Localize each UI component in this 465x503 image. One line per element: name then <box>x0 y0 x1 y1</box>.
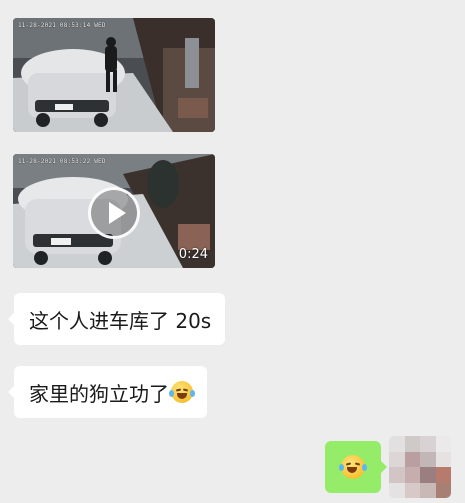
message-text: 这个人进车库了 20s <box>29 308 212 333</box>
message-image[interactable]: 11-28-2021 08:53:14 WED <box>13 18 215 132</box>
camera-timestamp: 11-28-2021 08:53:22 WED <box>18 158 106 165</box>
video-duration: 0:24 <box>178 247 208 262</box>
message-video[interactable]: 11-28-2021 08:53:22 WED 0:24 <box>13 154 215 268</box>
crying-laughing-emoji-icon <box>169 381 195 403</box>
avatar[interactable] <box>389 436 451 498</box>
message-bubble-text[interactable]: 这个人进车库了 20s <box>7 293 226 345</box>
message-text: 家里的狗立功了 <box>29 381 169 406</box>
camera-timestamp: 11-28-2021 08:53:14 WED <box>18 22 106 29</box>
play-icon[interactable] <box>88 187 140 239</box>
message-bubble-text[interactable]: 家里的狗立功了 <box>8 366 207 418</box>
snowy-garage-photo <box>13 18 215 132</box>
crying-laughing-emoji-icon <box>339 455 367 479</box>
outgoing-message-bubble[interactable] <box>325 441 387 493</box>
